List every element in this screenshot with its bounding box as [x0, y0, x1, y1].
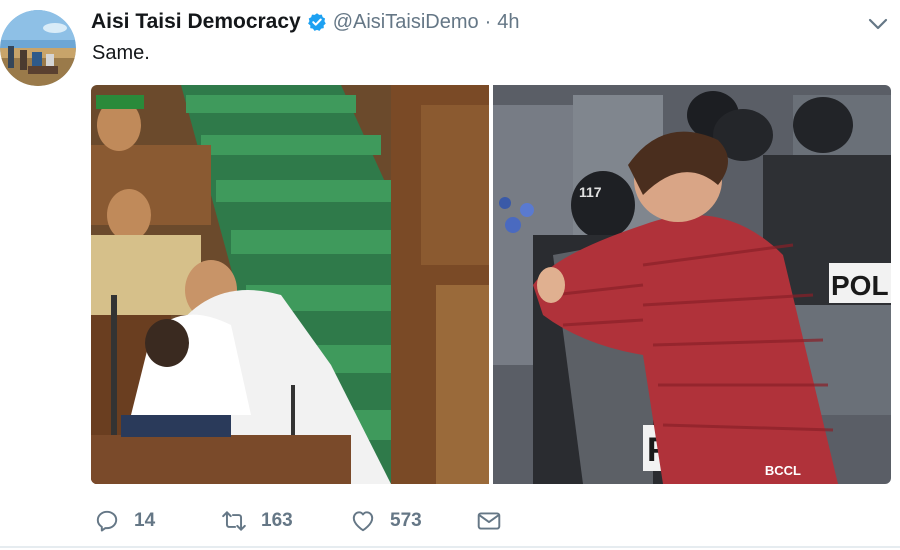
retweet-icon [222, 511, 246, 531]
envelope-icon [477, 512, 501, 530]
like-count: 573 [390, 510, 422, 531]
verified-badge-icon [307, 12, 327, 32]
avatar-image [0, 10, 76, 86]
photo-parliament-hug[interactable] [91, 85, 489, 484]
svg-text:117: 117 [579, 184, 602, 200]
reply-button[interactable]: 14 [94, 508, 224, 534]
author-handle[interactable]: @AisiTaisiDemo [333, 11, 479, 34]
reply-count: 14 [134, 510, 156, 531]
tweet-card: Aisi Taisi Democracy @AisiTaisiDemo · 4h… [0, 0, 900, 550]
avatar[interactable] [0, 10, 76, 86]
tweet-actions: 14 163 573 [94, 506, 502, 536]
reply-icon [96, 510, 118, 532]
author-name[interactable]: Aisi Taisi Democracy [91, 10, 301, 34]
photo-protester-hug[interactable]: 117 PO POL [493, 85, 891, 484]
retweet-button[interactable]: 163 [221, 508, 351, 534]
divider [0, 546, 900, 548]
like-button[interactable]: 573 [350, 508, 476, 534]
heart-icon [352, 511, 374, 532]
tweet-header: Aisi Taisi Democracy @AisiTaisiDemo · 4h [91, 8, 520, 36]
chevron-down-icon[interactable] [866, 14, 890, 34]
tweet-text: Same. [92, 42, 150, 64]
direct-message-button[interactable] [476, 508, 502, 534]
svg-text:POL: POL [831, 270, 889, 301]
media-grid: 117 PO POL [91, 85, 891, 484]
media-watermark: BCCL [764, 463, 801, 478]
retweet-count: 163 [261, 510, 293, 531]
tweet-timestamp[interactable]: 4h [497, 11, 519, 34]
separator-dot: · [484, 10, 492, 33]
